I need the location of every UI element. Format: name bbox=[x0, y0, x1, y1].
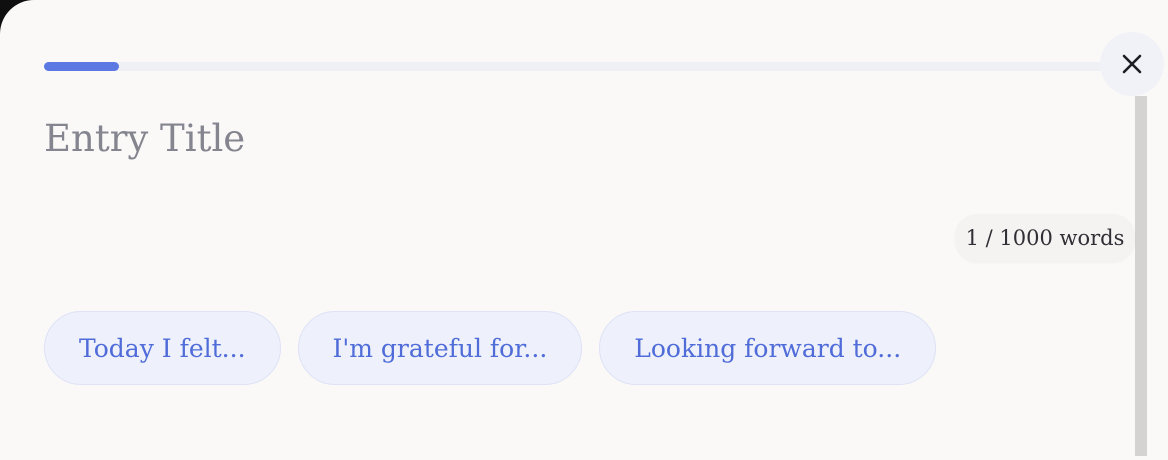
progress-fill bbox=[44, 62, 119, 71]
prompt-chip-grateful-for[interactable]: I'm grateful for... bbox=[297, 311, 583, 385]
entry-title-input[interactable] bbox=[44, 110, 944, 166]
prompt-chip-label: Looking forward to... bbox=[634, 333, 902, 363]
word-count-label: 1 / 1000 words bbox=[965, 226, 1125, 250]
journal-entry-panel: 1 / 1000 words Today I felt... I'm grate… bbox=[0, 0, 1168, 460]
prompt-chip-looking-forward[interactable]: Looking forward to... bbox=[599, 311, 937, 385]
close-icon bbox=[1122, 54, 1142, 74]
close-button[interactable] bbox=[1100, 32, 1164, 96]
prompt-chip-label: I'm grateful for... bbox=[332, 333, 548, 363]
word-count-badge: 1 / 1000 words bbox=[955, 214, 1135, 262]
progress-bar bbox=[44, 62, 1112, 71]
prompt-chip-today-i-felt[interactable]: Today I felt... bbox=[44, 311, 281, 385]
prompt-suggestions: Today I felt... I'm grateful for... Look… bbox=[44, 311, 937, 385]
scrollbar[interactable] bbox=[1135, 96, 1147, 456]
prompt-chip-label: Today I felt... bbox=[79, 333, 246, 363]
